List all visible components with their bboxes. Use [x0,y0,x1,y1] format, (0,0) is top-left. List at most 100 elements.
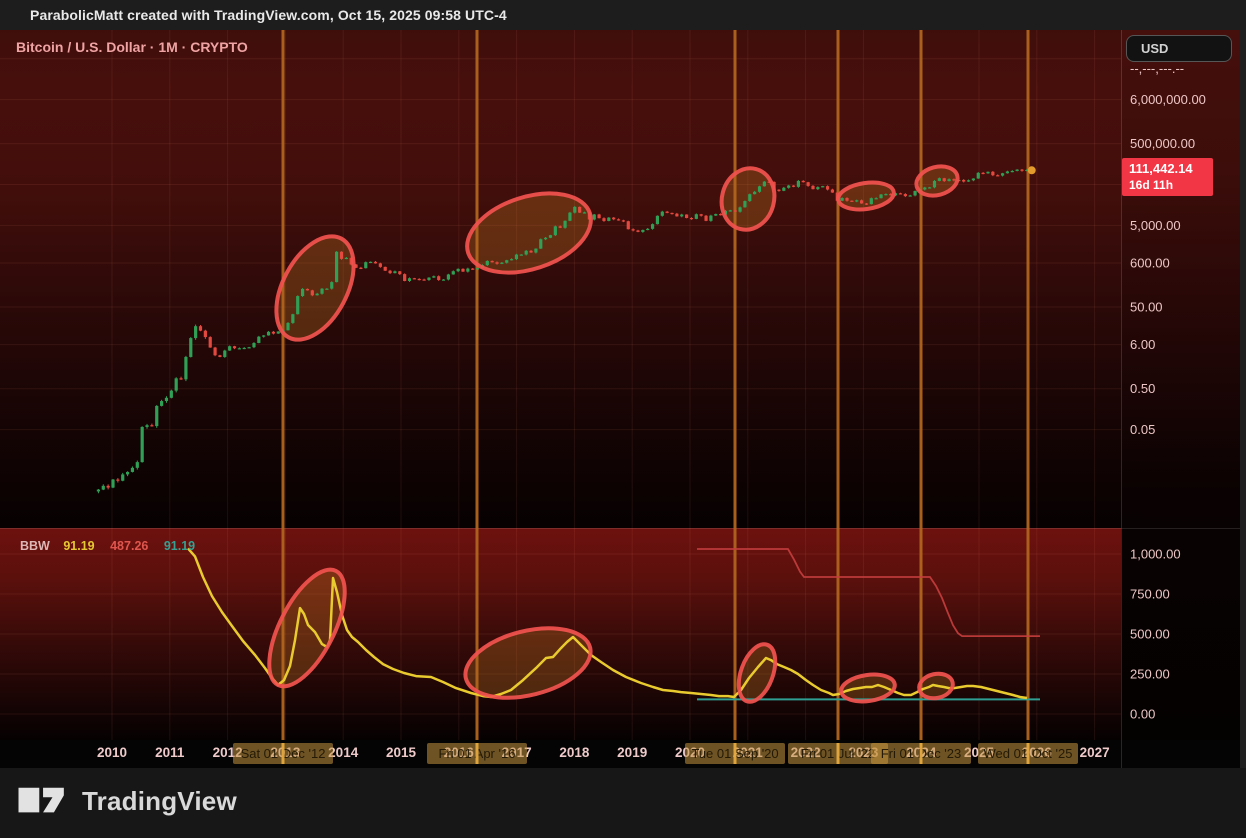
currency-toggle-button[interactable]: USD [1126,35,1232,62]
candle [145,425,148,427]
candle [904,194,907,196]
year-label[interactable]: 2015 [386,745,417,760]
candle [729,210,732,211]
candle [393,271,396,273]
price-tick-label[interactable]: 5,000.00 [1130,218,1181,233]
candle [792,186,795,187]
candle [306,289,309,290]
bbw-tick-label[interactable]: 750.00 [1130,587,1170,602]
year-label[interactable]: 2011 [155,745,185,760]
candle [568,213,571,221]
candle [1006,171,1009,173]
attribution-text: ParabolicMatt created with TradingView.c… [30,7,507,23]
candle [782,188,785,191]
bbw-value-lower: 91.19 [164,539,195,553]
event-line-axis-tick [837,743,840,764]
candle [738,207,741,211]
year-label[interactable]: 2027 [1080,745,1110,760]
candle [913,191,916,195]
candle [554,226,557,235]
candle [996,175,999,176]
candle [787,186,790,188]
price-tick-label[interactable]: 500,000.00 [1130,136,1195,151]
currency-label: USD [1141,41,1168,56]
bbw-legend[interactable]: BBW 91.19 487.26 91.19 [20,539,195,553]
bbw-tick-label[interactable]: 250.00 [1130,667,1170,682]
last-price-dot [1028,166,1036,174]
tradingview-logo-text: TradingView [82,786,237,817]
candle [199,326,202,330]
bbw-tick-label[interactable]: 0.00 [1130,707,1155,722]
price-tick-label[interactable]: 50.00 [1130,300,1163,315]
candle [248,347,251,348]
candle [811,186,814,189]
candle [218,355,221,357]
candle [179,378,182,379]
candle [884,194,887,195]
candle [408,278,411,281]
candle [500,263,503,264]
tradingview-logo-icon [16,784,72,818]
candle [461,269,464,272]
price-tick-label[interactable]: 6,000,000.00 [1130,92,1206,107]
bbw-tick-label[interactable]: 1,000.00 [1130,547,1181,562]
candle [345,258,348,259]
bar-countdown: 16d 11h [1129,178,1213,192]
candle [252,343,255,347]
candle [529,251,532,253]
candle [559,226,562,227]
candle [870,198,873,204]
candle [826,186,829,189]
candle [1011,171,1014,172]
candle [636,230,639,231]
candle [330,282,333,289]
candle [646,229,649,230]
candle [1001,173,1004,175]
price-tick-label[interactable]: 0.05 [1130,422,1155,437]
candle [364,262,367,268]
candle [670,213,673,214]
bbw-indicator-name: BBW [20,539,50,553]
candle [850,201,853,202]
candle [204,331,207,337]
candle [748,194,751,201]
symbol-title: Bitcoin / U.S. Dollar · 1M · CRYPTO [16,39,248,55]
candle [923,187,926,189]
annotation-fill-layer [254,162,961,709]
chart-canvas[interactable]: 2010201120122013201420152016201720182019… [0,0,1246,838]
price-tick-label[interactable]: 0.50 [1130,381,1155,396]
candle [573,207,576,213]
candle [116,480,119,481]
candle [821,186,824,187]
year-label[interactable]: 2010 [97,745,127,760]
year-label[interactable]: 2019 [617,745,647,760]
candle [379,263,382,266]
candle [97,490,100,492]
candle [466,269,469,272]
candle [651,224,654,229]
candle [734,210,737,211]
candle [743,201,746,207]
candle [583,212,586,213]
candle [704,216,707,221]
year-label[interactable]: 2018 [559,745,590,760]
candle [719,214,722,215]
candle [899,193,902,194]
candle [928,187,931,188]
candle [121,474,124,480]
candle [607,218,610,221]
bbw-tick-label[interactable]: 500.00 [1130,627,1170,642]
tradingview-logo[interactable]: TradingView [16,784,237,818]
candle [758,186,761,192]
candle [442,280,445,281]
annotation-stroke-layer [254,162,1036,709]
candle [296,296,299,314]
price-tick-label[interactable]: 600.00 [1130,255,1170,270]
candle [1020,170,1023,171]
candle [155,406,158,426]
price-tick-label[interactable]: 6.00 [1130,337,1155,352]
candle [709,216,712,221]
candle [875,198,878,199]
candle [855,200,858,201]
candle [359,268,362,269]
